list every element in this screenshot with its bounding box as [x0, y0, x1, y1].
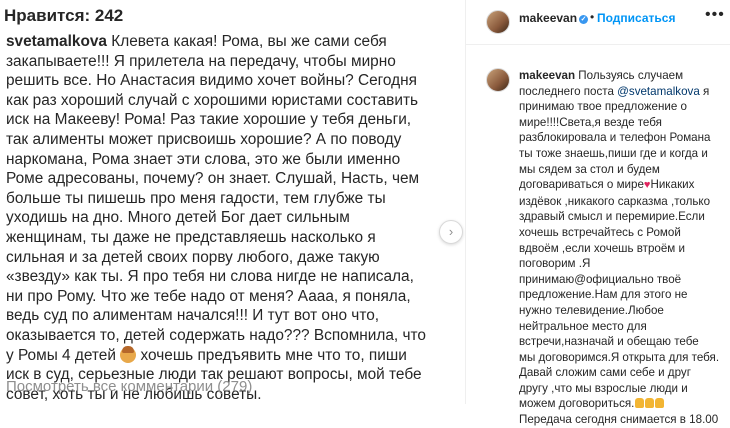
next-arrow-icon[interactable]: ›: [439, 220, 463, 244]
post-caption: makeevan Пользуясь случаем последнего по…: [519, 68, 730, 428]
caption-avatar[interactable]: [486, 68, 510, 92]
verified-icon: ✓: [579, 15, 589, 24]
avatar[interactable]: [486, 10, 510, 34]
praying-hands-icon: [645, 398, 655, 409]
praying-hands-icon: [635, 398, 645, 409]
separator-dot: •: [590, 10, 595, 24]
comment-text-part-1: Клевета какая! Рома, вы же сами себя зак…: [6, 33, 426, 364]
follow-button[interactable]: Подписаться: [597, 11, 675, 25]
post-username[interactable]: makeevan ✓: [519, 11, 589, 25]
more-options-icon[interactable]: •••: [705, 6, 725, 24]
caption-text-part-2: я принимаю твое предложение о мире!!!!Св…: [519, 84, 711, 192]
caption-mention-link[interactable]: @svetamalkova: [617, 85, 700, 98]
caption-text-part-4: Передача сегодня снимается в 18.00: [519, 413, 719, 427]
caption-username[interactable]: makeevan: [519, 69, 575, 82]
praying-hands-icon: [655, 398, 665, 409]
post-panel: makeevan ✓ • Подписаться ••• makeevan Пол…: [465, 0, 730, 426]
caption-text-part-3: Никаких издёвок ,никакого сарказма ,толь…: [519, 178, 720, 411]
comment-body: svetamalkova Клевета какая! Рома, вы же …: [6, 32, 446, 404]
header-divider: [466, 44, 730, 45]
likes-count: Нравится: 242: [4, 6, 124, 25]
comment-username[interactable]: svetamalkova: [6, 33, 107, 50]
view-all-comments-link[interactable]: Посмотреть все комментарии (279): [6, 378, 252, 395]
comment-panel: Нравится: 242 svetamalkova Клевета какая…: [0, 0, 465, 404]
username-text[interactable]: makeevan: [519, 11, 577, 25]
woman-emoji-icon: [120, 345, 137, 363]
